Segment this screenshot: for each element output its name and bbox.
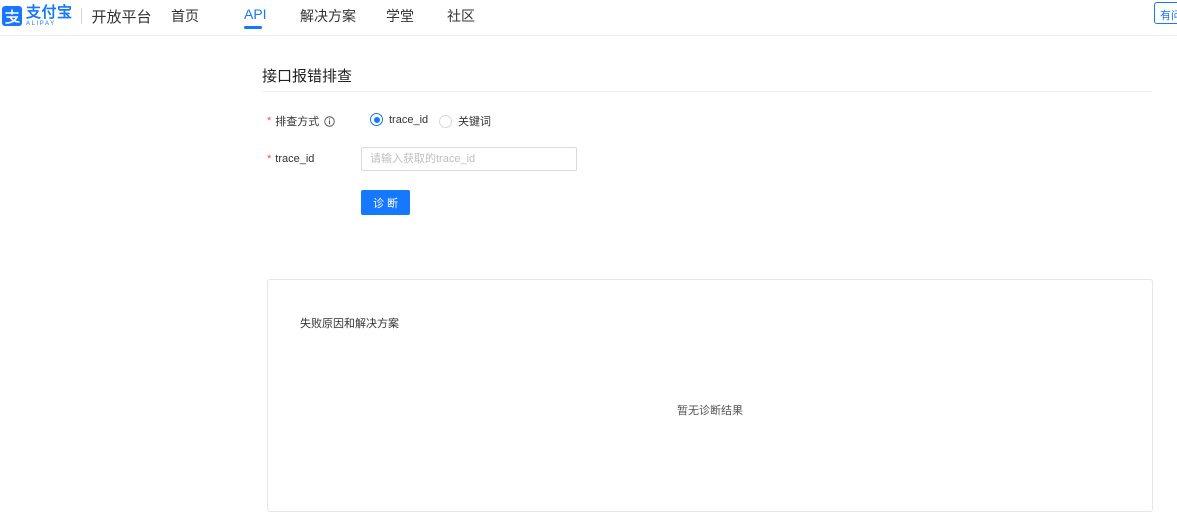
logo-divider [80, 8, 82, 24]
method-label: * 排查方式 [267, 113, 336, 129]
radio-trace-id-label: trace_id [389, 113, 429, 126]
result-title: 失败原因和解决方案 [300, 318, 399, 330]
nav-item-academy[interactable]: 学堂 [386, 6, 414, 26]
trace-id-label-text: trace_id [275, 153, 315, 165]
trace-id-label: * trace_id [267, 153, 314, 165]
nav-active-indicator [244, 26, 262, 29]
nav-item-community[interactable]: 社区 [447, 6, 475, 26]
info-icon[interactable] [324, 115, 336, 127]
page-title: 接口报错排查 [262, 68, 353, 85]
help-button[interactable]: 有问 [1154, 2, 1177, 24]
nav-item-api[interactable]: API [244, 6, 267, 22]
logo-cn-text: 支付宝 [26, 4, 73, 21]
trace-id-input[interactable] [361, 147, 577, 171]
top-nav-bar: 支付宝 ALIPAY 开放平台 首页 API 解决方案 学堂 社区 有问 [0, 0, 1177, 36]
diagnose-button[interactable]: 诊断 [361, 190, 410, 215]
required-mark: * [267, 115, 272, 127]
radio-checked-icon [370, 113, 383, 126]
radio-trace-id[interactable]: trace_id [370, 113, 428, 126]
radio-unchecked-icon [439, 114, 452, 128]
platform-name: 开放平台 [91, 8, 152, 26]
required-mark: * [267, 153, 272, 165]
title-divider [262, 91, 1152, 92]
method-label-text: 排查方式 [275, 116, 320, 128]
nav-item-solutions[interactable]: 解决方案 [300, 6, 356, 26]
alipay-logo-icon [2, 6, 22, 26]
empty-result-text: 暂无诊断结果 [677, 405, 743, 417]
nav-item-home[interactable]: 首页 [171, 6, 199, 26]
alipay-logo[interactable]: 支付宝 ALIPAY 开放平台 [2, 3, 152, 29]
radio-keyword[interactable]: 关键词 [439, 113, 491, 129]
result-card: 失败原因和解决方案 暂无诊断结果 [267, 279, 1153, 512]
logo-en-text: ALIPAY [26, 21, 56, 27]
radio-keyword-label: 关键词 [458, 116, 491, 128]
